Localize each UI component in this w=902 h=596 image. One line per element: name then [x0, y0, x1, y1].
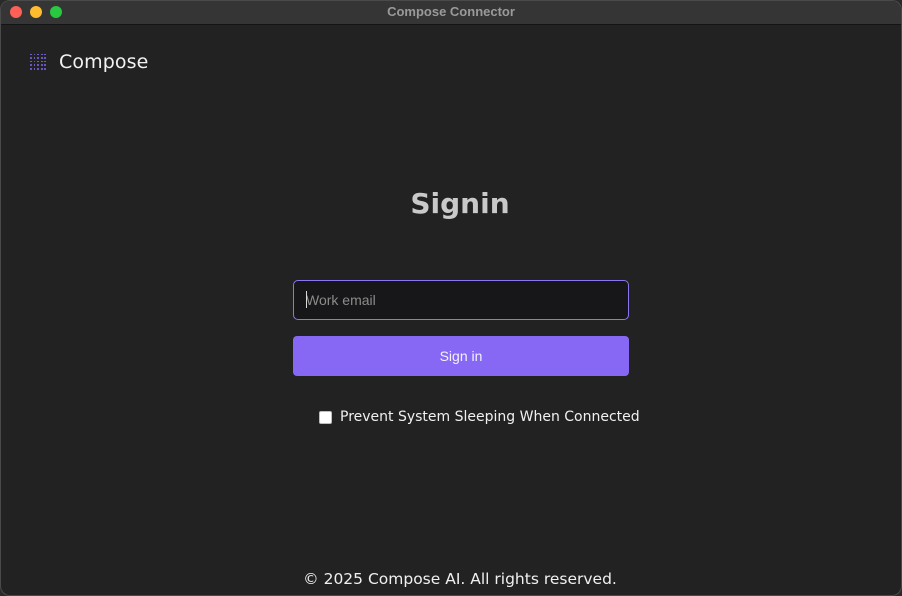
title-bar: Compose Connector — [1, 1, 901, 25]
window-title: Compose Connector — [387, 4, 515, 19]
text-caret — [306, 291, 307, 308]
brand: Compose — [30, 51, 148, 73]
prevent-sleep-label[interactable]: Prevent System Sleeping When Connected — [340, 409, 640, 425]
sign-in-button[interactable]: Sign in — [293, 336, 629, 376]
prevent-sleep-option[interactable]: Prevent System Sleeping When Connected — [319, 409, 640, 425]
brand-name: Compose — [59, 51, 149, 73]
dot-grid-logo-icon — [30, 53, 47, 71]
page-title: Signin — [410, 187, 510, 220]
prevent-sleep-checkbox[interactable] — [319, 410, 332, 424]
copyright-footer: © 2025 Compose AI. All rights reserved. — [303, 570, 617, 588]
email-field[interactable] — [293, 280, 629, 320]
app-window: Compose Connector Compose Signin Sign in… — [0, 0, 902, 596]
